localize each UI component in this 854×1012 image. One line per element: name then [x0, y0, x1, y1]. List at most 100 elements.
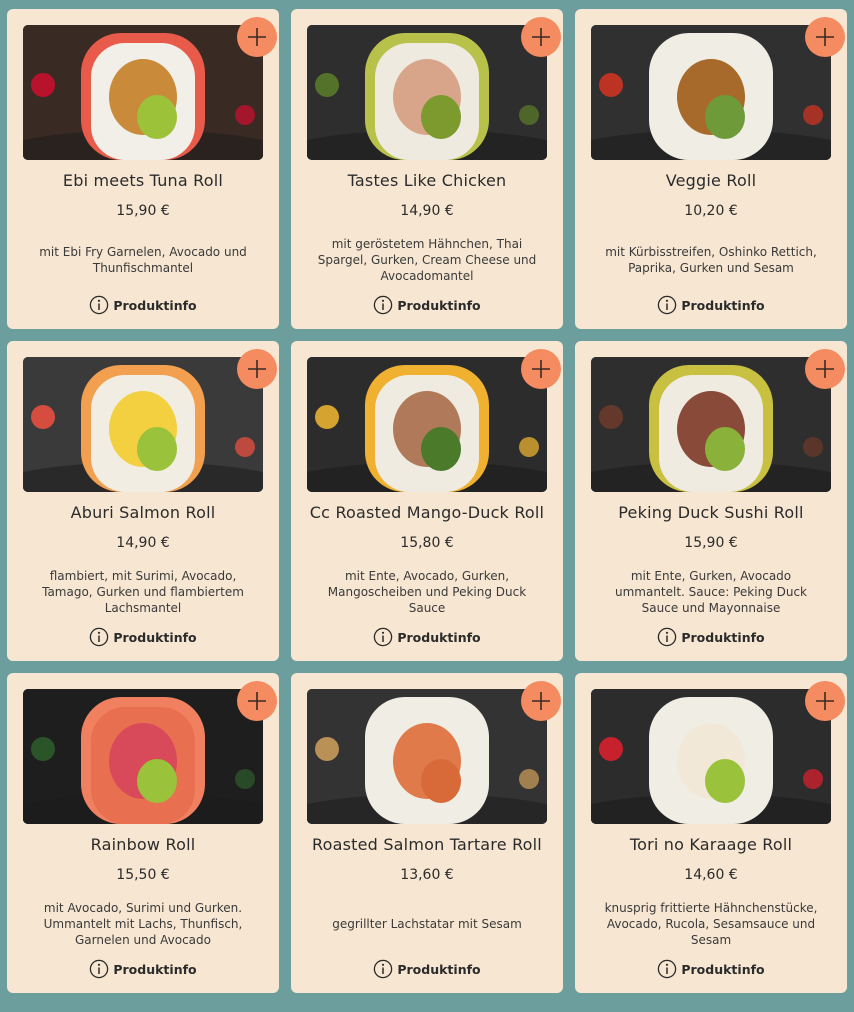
product-description-text: gegrillter Lachstatar mit Sesam [332, 917, 522, 931]
product-price: 15,90 € [684, 535, 738, 551]
add-to-cart-button[interactable] [521, 681, 561, 721]
add-to-cart-button[interactable] [237, 681, 277, 721]
product-description: mit Avocado, Surimi und Gurken. Ummantel… [29, 898, 257, 950]
product-price: 13,60 € [400, 867, 454, 883]
product-info-label: Produktinfo [113, 297, 197, 313]
product-description-text: mit Kürbisstreifen, Oshinko Rettich, Pap… [605, 245, 817, 275]
product-info-label: Produktinfo [681, 629, 765, 645]
product-info-link[interactable]: Produktinfo [575, 959, 847, 979]
product-description: mit Kürbisstreifen, Oshinko Rettich, Pap… [597, 234, 825, 286]
product-info-link[interactable]: Produktinfo [291, 295, 563, 315]
plus-icon [816, 360, 834, 378]
product-name: Ebi meets Tuna Roll [62, 171, 224, 190]
product-card[interactable]: Veggie Roll 10,20 € mit Kürbisstreifen, … [575, 9, 847, 329]
product-price: 14,90 € [116, 535, 170, 551]
info-icon [658, 627, 677, 647]
sushi-roll-illustration [23, 357, 263, 492]
product-description-text: mit Ente, Gurken, Avocado ummantelt. Sau… [614, 569, 808, 615]
product-image[interactable] [23, 357, 263, 492]
product-card[interactable]: Roasted Salmon Tartare Roll 13,60 € gegr… [291, 673, 563, 993]
product-info-label: Produktinfo [681, 961, 765, 977]
sushi-roll-illustration [23, 689, 263, 824]
info-icon [658, 959, 677, 979]
product-info-label: Produktinfo [397, 629, 481, 645]
info-icon [658, 295, 677, 315]
product-info-link[interactable]: Produktinfo [291, 959, 563, 979]
product-description: mit geröstetem Hähnchen, Thai Spargel, G… [313, 234, 541, 286]
product-name: Tori no Karaage Roll [629, 835, 793, 854]
product-price: 14,60 € [684, 867, 738, 883]
product-info-link[interactable]: Produktinfo [7, 295, 279, 315]
add-to-cart-button[interactable] [521, 349, 561, 389]
product-card[interactable]: Aburi Salmon Roll 14,90 € flambiert, mit… [7, 341, 279, 661]
product-name: Cc Roasted Mango-Duck Roll [309, 503, 545, 522]
product-info-link[interactable]: Produktinfo [291, 627, 563, 647]
info-icon [374, 959, 393, 979]
product-info-label: Produktinfo [397, 297, 481, 313]
product-card[interactable]: Tori no Karaage Roll 14,60 € knusprig fr… [575, 673, 847, 993]
product-card[interactable]: Rainbow Roll 15,50 € mit Avocado, Surimi… [7, 673, 279, 993]
sushi-roll-illustration [307, 357, 547, 492]
product-info-label: Produktinfo [113, 961, 197, 977]
sushi-roll-illustration [591, 25, 831, 160]
product-info-label: Produktinfo [681, 297, 765, 313]
product-card[interactable]: Ebi meets Tuna Roll 15,90 € mit Ebi Fry … [7, 9, 279, 329]
product-card[interactable]: Peking Duck Sushi Roll 15,90 € mit Ente,… [575, 341, 847, 661]
product-info-label: Produktinfo [113, 629, 197, 645]
sushi-roll-illustration [307, 25, 547, 160]
product-name: Veggie Roll [665, 171, 757, 190]
product-card[interactable]: Tastes Like Chicken 14,90 € mit geröstet… [291, 9, 563, 329]
product-info-link[interactable]: Produktinfo [7, 959, 279, 979]
product-description: knusprig frittierte Hähnchenstücke, Avoc… [597, 898, 825, 950]
product-description-text: mit Ebi Fry Garnelen, Avocado und Thunfi… [39, 245, 247, 275]
add-to-cart-button[interactable] [237, 17, 277, 57]
product-image[interactable] [591, 25, 831, 160]
sushi-roll-illustration [307, 689, 547, 824]
product-description: mit Ente, Avocado, Gurken, Mangoscheiben… [313, 566, 541, 618]
info-icon [374, 295, 393, 315]
plus-icon [532, 360, 550, 378]
product-info-link[interactable]: Produktinfo [575, 627, 847, 647]
plus-icon [248, 692, 266, 710]
product-description-text: mit geröstetem Hähnchen, Thai Spargel, G… [317, 237, 537, 283]
info-icon [90, 627, 109, 647]
product-image[interactable] [591, 357, 831, 492]
product-image[interactable] [23, 25, 263, 160]
product-description-text: mit Avocado, Surimi und Gurken. Ummantel… [43, 901, 243, 947]
info-icon [90, 295, 109, 315]
add-to-cart-button[interactable] [521, 17, 561, 57]
product-image[interactable] [307, 357, 547, 492]
product-price: 15,90 € [116, 203, 170, 219]
plus-icon [248, 360, 266, 378]
product-image[interactable] [307, 25, 547, 160]
product-description: flambiert, mit Surimi, Avocado, Tamago, … [29, 566, 257, 618]
product-info-link[interactable]: Produktinfo [7, 627, 279, 647]
product-image[interactable] [307, 689, 547, 824]
add-to-cart-button[interactable] [237, 349, 277, 389]
product-price: 10,20 € [684, 203, 738, 219]
product-price: 14,90 € [400, 203, 454, 219]
product-description-text: knusprig frittierte Hähnchenstücke, Avoc… [604, 901, 818, 947]
product-image[interactable] [591, 689, 831, 824]
product-image[interactable] [23, 689, 263, 824]
plus-icon [816, 28, 834, 46]
plus-icon [248, 28, 266, 46]
product-name: Peking Duck Sushi Roll [618, 503, 804, 522]
info-icon [374, 627, 393, 647]
info-icon [90, 959, 109, 979]
product-card[interactable]: Cc Roasted Mango-Duck Roll 15,80 € mit E… [291, 341, 563, 661]
product-price: 15,80 € [400, 535, 454, 551]
product-price: 15,50 € [116, 867, 170, 883]
add-to-cart-button[interactable] [805, 17, 845, 57]
product-grid: Ebi meets Tuna Roll 15,90 € mit Ebi Fry … [7, 9, 847, 993]
plus-icon [532, 692, 550, 710]
product-description: mit Ente, Gurken, Avocado ummantelt. Sau… [597, 566, 825, 618]
sushi-roll-illustration [591, 689, 831, 824]
product-name: Roasted Salmon Tartare Roll [312, 835, 542, 854]
plus-icon [532, 28, 550, 46]
product-description-text: flambiert, mit Surimi, Avocado, Tamago, … [42, 569, 244, 615]
add-to-cart-button[interactable] [805, 349, 845, 389]
sushi-roll-illustration [591, 357, 831, 492]
add-to-cart-button[interactable] [805, 681, 845, 721]
product-info-link[interactable]: Produktinfo [575, 295, 847, 315]
